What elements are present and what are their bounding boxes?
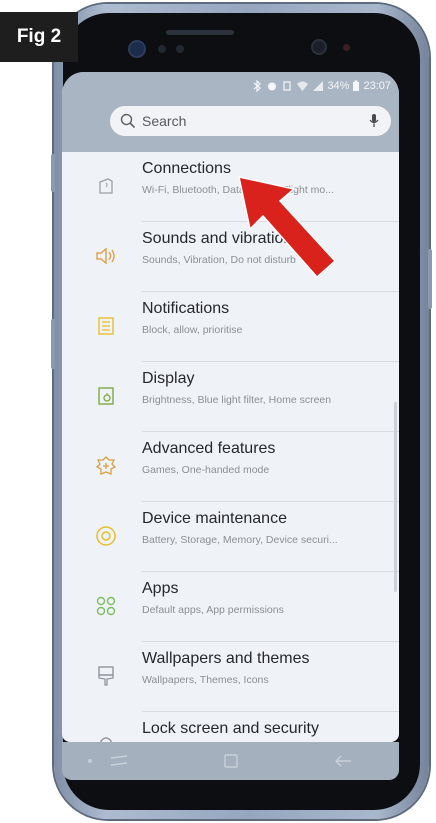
- apps-icon: [94, 594, 118, 618]
- settings-item-wallpapers-and-themes[interactable]: Wallpapers and themes Wallpapers, Themes…: [62, 642, 399, 712]
- back-icon[interactable]: [333, 753, 353, 769]
- battery-level: 34%: [327, 80, 350, 92]
- recents-icon[interactable]: [108, 753, 130, 769]
- header: Search: [62, 100, 399, 152]
- signal-icon: [313, 81, 324, 91]
- speaker-icon: [94, 244, 118, 268]
- settings-item-sounds-and-vibration[interactable]: Sounds and vibration Sounds, Vibration, …: [62, 222, 399, 292]
- vibrate-icon: [283, 81, 292, 91]
- navigation-bar: [62, 742, 399, 780]
- search-bar[interactable]: Search: [110, 106, 391, 136]
- device-maintenance-icon: [94, 524, 118, 548]
- settings-item-title: Advanced features: [142, 440, 276, 457]
- settings-item-subtitle: Games, One-handed mode: [142, 464, 270, 476]
- settings-item-title: Display: [142, 370, 195, 387]
- settings-item-connections[interactable]: Connections Wi-Fi, Bluetooth, Data usage…: [62, 152, 399, 222]
- settings-item-subtitle: Block, allow, prioritise: [142, 324, 243, 336]
- settings-item-title: Sounds and vibration: [142, 230, 293, 247]
- alarm-icon: [268, 82, 277, 91]
- figure-label: Fig 2: [0, 12, 78, 62]
- notifications-icon: [94, 314, 118, 338]
- bluetooth-icon: [254, 80, 262, 92]
- bixby-button: [51, 319, 55, 369]
- settings-item-device-maintenance[interactable]: Device maintenance Battery, Storage, Mem…: [62, 502, 399, 572]
- settings-list: Connections Wi-Fi, Bluetooth, Data usage…: [62, 152, 399, 742]
- settings-item-subtitle: Wi-Fi, Bluetooth, Data usage, Flight mo.…: [142, 184, 334, 196]
- settings-item-display[interactable]: Display Brightness, Blue light filter, H…: [62, 362, 399, 432]
- volume-button: [51, 154, 55, 192]
- settings-item-advanced-features[interactable]: Advanced features Games, One-handed mode: [62, 432, 399, 502]
- home-icon[interactable]: [222, 752, 240, 770]
- settings-item-title: Apps: [142, 580, 179, 597]
- settings-item-lock-screen-and-security[interactable]: Lock screen and security: [62, 712, 399, 742]
- settings-item-subtitle: Wallpapers, Themes, Icons: [142, 674, 269, 686]
- settings-item-title: Lock screen and security: [142, 720, 319, 737]
- scrollbar[interactable]: [394, 402, 397, 592]
- search-input[interactable]: Search: [142, 113, 367, 129]
- proximity-sensor-icon: [176, 45, 184, 53]
- settings-item-subtitle: Battery, Storage, Memory, Device securi.…: [142, 534, 338, 546]
- settings-item-title: Device maintenance: [142, 510, 287, 527]
- settings-item-notifications[interactable]: Notifications Block, allow, prioritise: [62, 292, 399, 362]
- earpiece: [166, 30, 234, 35]
- settings-item-subtitle: Sounds, Vibration, Do not disturb: [142, 254, 296, 266]
- settings-item-subtitle: Default apps, App permissions: [142, 604, 284, 616]
- settings-item-apps[interactable]: Apps Default apps, App permissions: [62, 572, 399, 642]
- front-camera-icon: [130, 42, 144, 56]
- nav-indicator-dot: [88, 759, 92, 763]
- wifi-icon: [297, 81, 309, 91]
- advanced-features-icon: [94, 454, 118, 478]
- search-icon: [120, 113, 136, 129]
- settings-item-title: Wallpapers and themes: [142, 650, 310, 667]
- status-bar: 34% 23:07: [62, 72, 399, 100]
- power-button: [428, 249, 432, 309]
- wallpapers-icon: [94, 664, 118, 688]
- iris-led-icon: [343, 44, 350, 51]
- settings-item-subtitle: Brightness, Blue light filter, Home scre…: [142, 394, 332, 406]
- iris-scanner-icon: [158, 45, 166, 53]
- phone-screen: 34% 23:07 Search Connections Wi-Fi, Blue…: [62, 72, 399, 742]
- selfie-camera-icon: [313, 41, 325, 53]
- battery-icon: [353, 80, 360, 91]
- display-icon: [94, 384, 118, 408]
- connections-icon: [94, 174, 118, 198]
- lock-icon: [94, 734, 118, 742]
- settings-item-title: Notifications: [142, 300, 230, 317]
- clock-time: 23:07: [363, 80, 391, 92]
- microphone-icon[interactable]: [367, 113, 381, 129]
- settings-item-title: Connections: [142, 160, 231, 177]
